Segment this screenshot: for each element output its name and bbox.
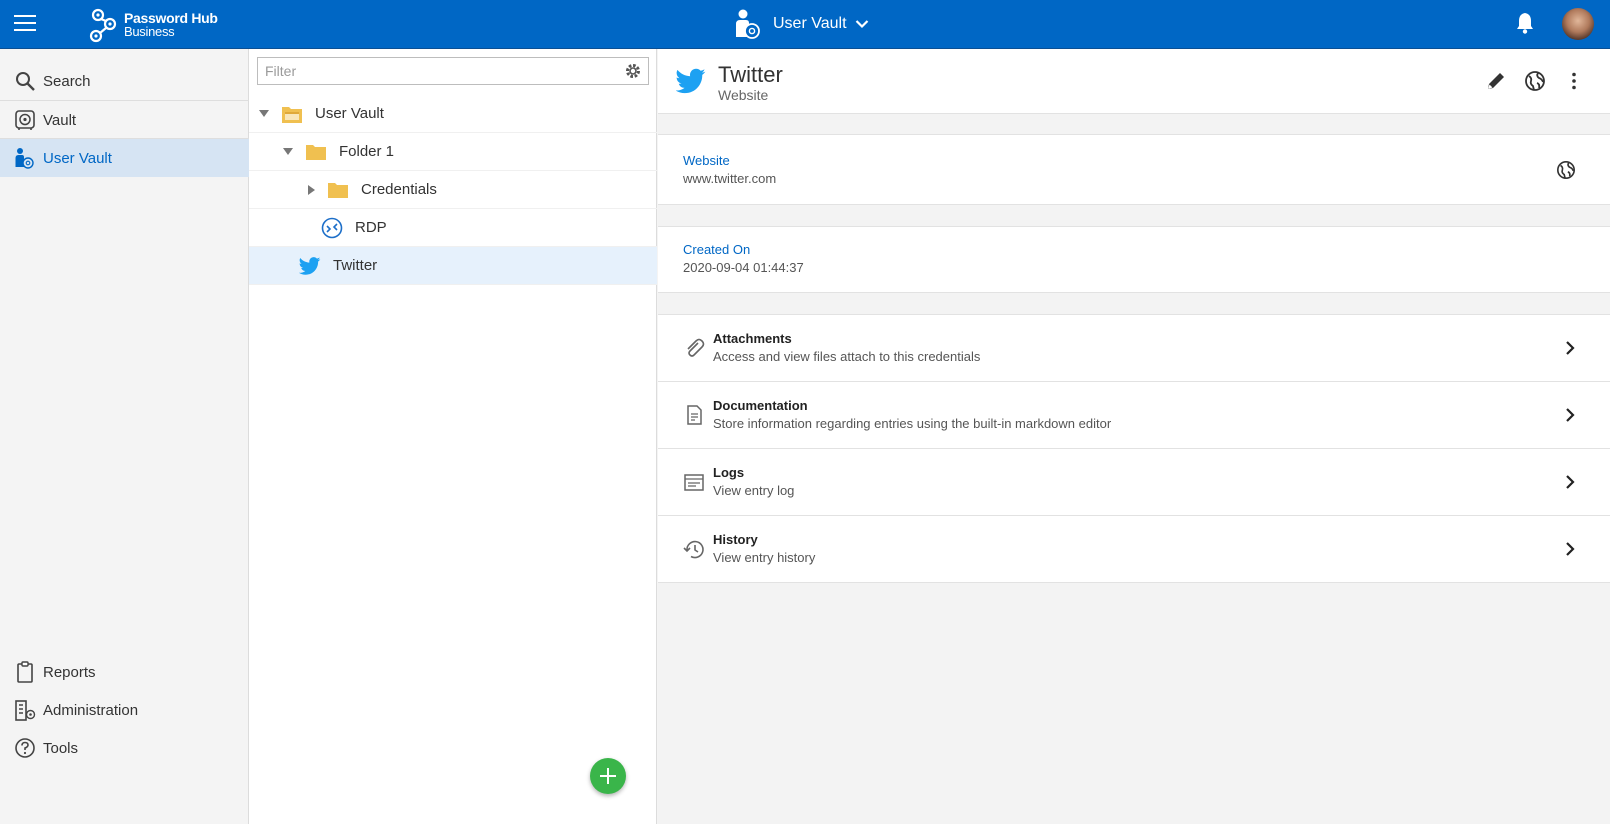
notification-bell-icon[interactable] xyxy=(1515,12,1535,34)
nav-item-administration[interactable]: Administration xyxy=(0,691,249,729)
tree-row-label: RDP xyxy=(355,219,387,236)
history-icon xyxy=(683,540,704,559)
tree-row-label: User Vault xyxy=(315,105,384,122)
chevron-right-icon xyxy=(1566,542,1575,556)
folder-icon xyxy=(328,182,348,198)
open-url-globe-icon[interactable] xyxy=(1556,160,1576,180)
vault-switcher[interactable]: User Vault xyxy=(735,8,869,40)
user-vault-icon xyxy=(736,9,760,39)
nav-item-vault[interactable]: Vault xyxy=(0,101,249,139)
field-value: 2020-09-04 01:44:37 xyxy=(683,260,804,275)
collapse-caret-icon[interactable] xyxy=(259,110,269,117)
nav-item-label: Vault xyxy=(43,111,77,129)
link-description: Access and view files attach to this cre… xyxy=(713,349,981,364)
expand-caret-icon[interactable] xyxy=(308,184,315,195)
chevron-right-icon xyxy=(1566,408,1575,422)
filter-settings-gear-icon[interactable] xyxy=(624,62,642,80)
left-navigation: Search Vault User Vault Reports Administ… xyxy=(0,49,249,824)
attachments-row[interactable]: Attachments Access and view files attach… xyxy=(658,315,1610,382)
add-entry-button[interactable] xyxy=(590,758,626,794)
nav-item-search[interactable]: Search xyxy=(0,62,249,100)
entry-type: Website xyxy=(718,87,769,103)
entry-title: Twitter xyxy=(718,62,783,87)
chevron-right-icon xyxy=(1566,341,1575,355)
entry-header: Twitter Website xyxy=(658,49,1610,114)
log-icon xyxy=(684,474,704,491)
tree-panel: User Vault Folder 1 Credentials RDP Twit… xyxy=(249,49,657,824)
document-icon xyxy=(687,405,702,425)
nav-item-label: Search xyxy=(43,72,91,90)
twitter-icon xyxy=(299,256,321,275)
user-avatar[interactable] xyxy=(1562,8,1594,40)
nav-item-label: Tools xyxy=(43,739,79,757)
tree-row-twitter[interactable]: Twitter xyxy=(249,247,657,285)
tree-row-label: Twitter xyxy=(333,257,378,274)
tree-row-label: Folder 1 xyxy=(339,143,395,160)
chevron-down-icon xyxy=(855,20,868,29)
field-value[interactable]: www.twitter.com xyxy=(683,171,776,186)
nav-item-reports[interactable]: Reports xyxy=(0,653,249,691)
top-bar: Password Hub Business User Vault xyxy=(0,0,1610,49)
link-description: Store information regarding entries usin… xyxy=(713,416,1112,431)
link-description: View entry history xyxy=(713,550,816,565)
link-title: Logs xyxy=(713,465,745,480)
chevron-right-icon xyxy=(1566,475,1575,489)
documentation-row[interactable]: Documentation Store information regardin… xyxy=(658,382,1610,449)
brand-edition: Business xyxy=(124,24,175,39)
tree-row-credentials[interactable]: Credentials xyxy=(249,171,657,209)
nav-item-tools[interactable]: Tools xyxy=(0,729,249,767)
created-on-field: Created On 2020-09-04 01:44:37 xyxy=(658,226,1610,293)
nav-item-label: User Vault xyxy=(43,149,112,167)
vault-title: User Vault xyxy=(773,15,847,32)
nav-item-user-vault[interactable]: User Vault xyxy=(0,139,249,177)
nav-item-label: Reports xyxy=(43,663,96,681)
logs-row[interactable]: Logs View entry log xyxy=(658,449,1610,516)
field-label: Website xyxy=(683,153,730,168)
link-title: Attachments xyxy=(713,331,792,346)
vault-icon xyxy=(15,110,35,130)
tree-row-label: Credentials xyxy=(361,181,437,198)
app-logo[interactable]: Password Hub Business xyxy=(88,6,218,44)
password-hub-logo-icon xyxy=(89,8,117,43)
link-title: Documentation xyxy=(713,398,808,413)
twitter-icon xyxy=(676,68,706,94)
clipboard-icon xyxy=(17,661,33,683)
field-label: Created On xyxy=(683,242,751,257)
user-vault-icon xyxy=(15,148,34,169)
search-icon xyxy=(16,72,35,91)
rdp-connection-icon xyxy=(321,217,343,238)
building-icon xyxy=(15,700,36,721)
hamburger-menu-icon[interactable] xyxy=(14,15,36,33)
help-circle-icon xyxy=(15,738,35,758)
folder-icon xyxy=(306,144,326,160)
tree-row-user-vault[interactable]: User Vault xyxy=(249,95,657,133)
website-field: Website www.twitter.com xyxy=(658,134,1610,205)
edit-pencil-icon[interactable] xyxy=(1485,70,1507,92)
filter-input[interactable] xyxy=(258,58,613,84)
nav-item-label: Administration xyxy=(43,701,139,719)
filter-box xyxy=(257,57,649,85)
tree-row-folder-1[interactable]: Folder 1 xyxy=(249,133,657,171)
link-description: View entry log xyxy=(713,483,795,498)
more-vertical-icon[interactable] xyxy=(1563,70,1585,92)
tree-row-rdp[interactable]: RDP xyxy=(249,209,657,247)
link-title: History xyxy=(713,532,758,547)
vault-folder-icon xyxy=(282,106,302,123)
paperclip-icon xyxy=(687,338,705,357)
collapse-caret-icon[interactable] xyxy=(283,148,293,155)
entry-detail-panel: Twitter Website Website www.twitter.com … xyxy=(658,49,1610,824)
open-website-globe-icon[interactable] xyxy=(1524,70,1546,92)
history-row[interactable]: History View entry history xyxy=(658,516,1610,583)
